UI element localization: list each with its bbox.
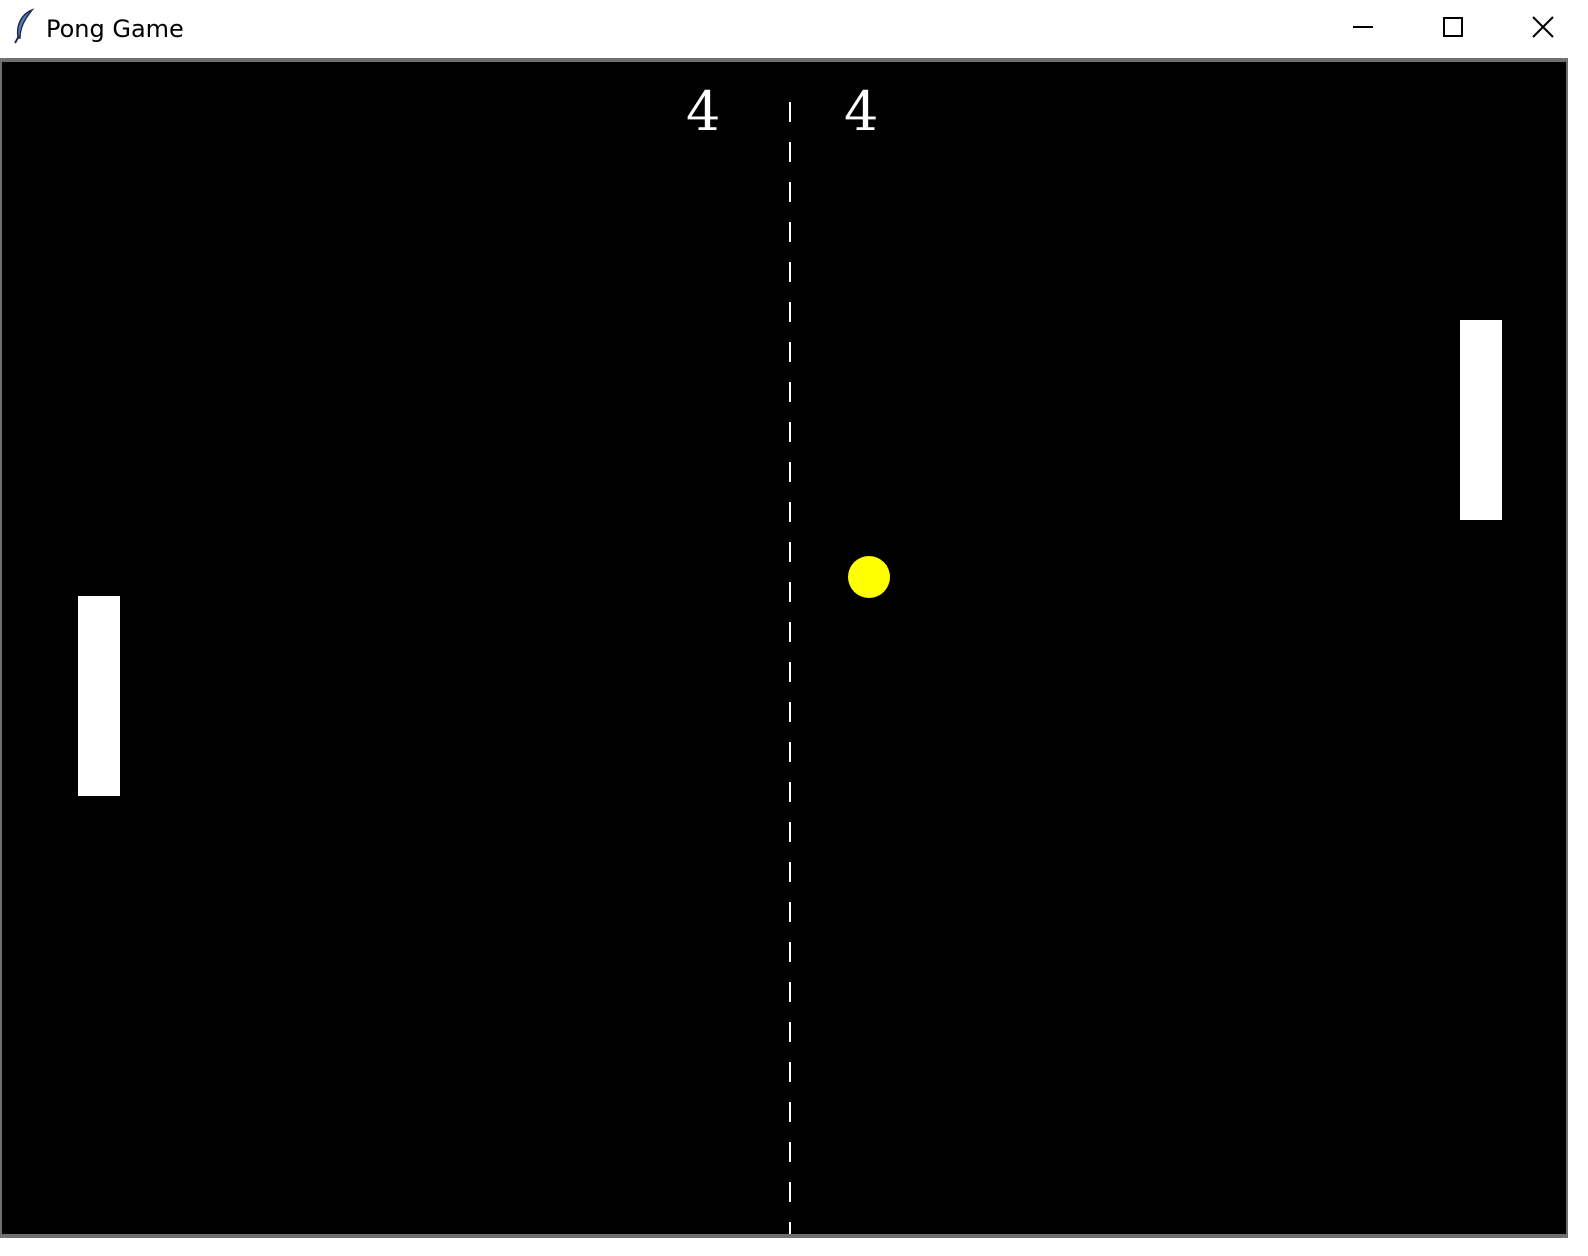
window-title: Pong Game: [46, 15, 184, 43]
close-button[interactable]: [1498, 0, 1588, 54]
minimize-icon: [1353, 26, 1373, 28]
close-icon: [1532, 16, 1554, 38]
window-frame-right: [1566, 58, 1568, 1238]
maximize-button[interactable]: [1408, 0, 1498, 54]
title-bar[interactable]: Pong Game: [0, 0, 1588, 58]
center-net: [789, 102, 791, 1234]
app-window: Pong Game 4 4: [0, 0, 1588, 1256]
score-right: 4: [844, 80, 879, 143]
minimize-button[interactable]: [1318, 0, 1408, 54]
feather-icon: [14, 8, 35, 44]
game-canvas[interactable]: 4 4: [2, 62, 1566, 1234]
window-frame-bottom: [0, 1234, 1568, 1238]
ball: [848, 556, 890, 598]
maximize-icon: [1443, 17, 1463, 37]
paddle-left: [78, 596, 120, 796]
score-left: 4: [686, 80, 721, 143]
paddle-right: [1460, 320, 1502, 520]
